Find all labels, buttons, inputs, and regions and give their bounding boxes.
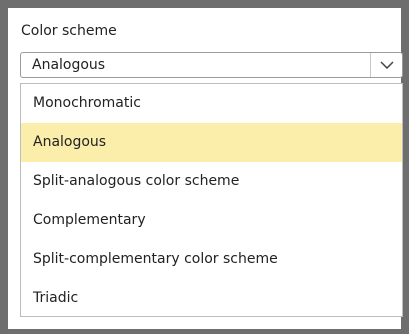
option-triadic[interactable]: Triadic [21,279,402,318]
color-scheme-label: Color scheme [21,23,117,39]
dropdown-toggle[interactable] [370,53,402,77]
option-complementary[interactable]: Complementary [21,201,402,240]
color-scheme-select[interactable]: Analogous [20,52,403,78]
option-analogous[interactable]: Analogous [21,123,402,162]
selected-value: Analogous [32,57,106,73]
option-split-analogous[interactable]: Split-analogous color scheme [21,162,402,201]
option-split-complementary[interactable]: Split-complementary color scheme [21,240,402,279]
chevron-down-icon [380,61,394,69]
color-scheme-options-list: Monochromatic Analogous Split-analogous … [20,83,403,317]
option-monochromatic[interactable]: Monochromatic [21,84,402,123]
